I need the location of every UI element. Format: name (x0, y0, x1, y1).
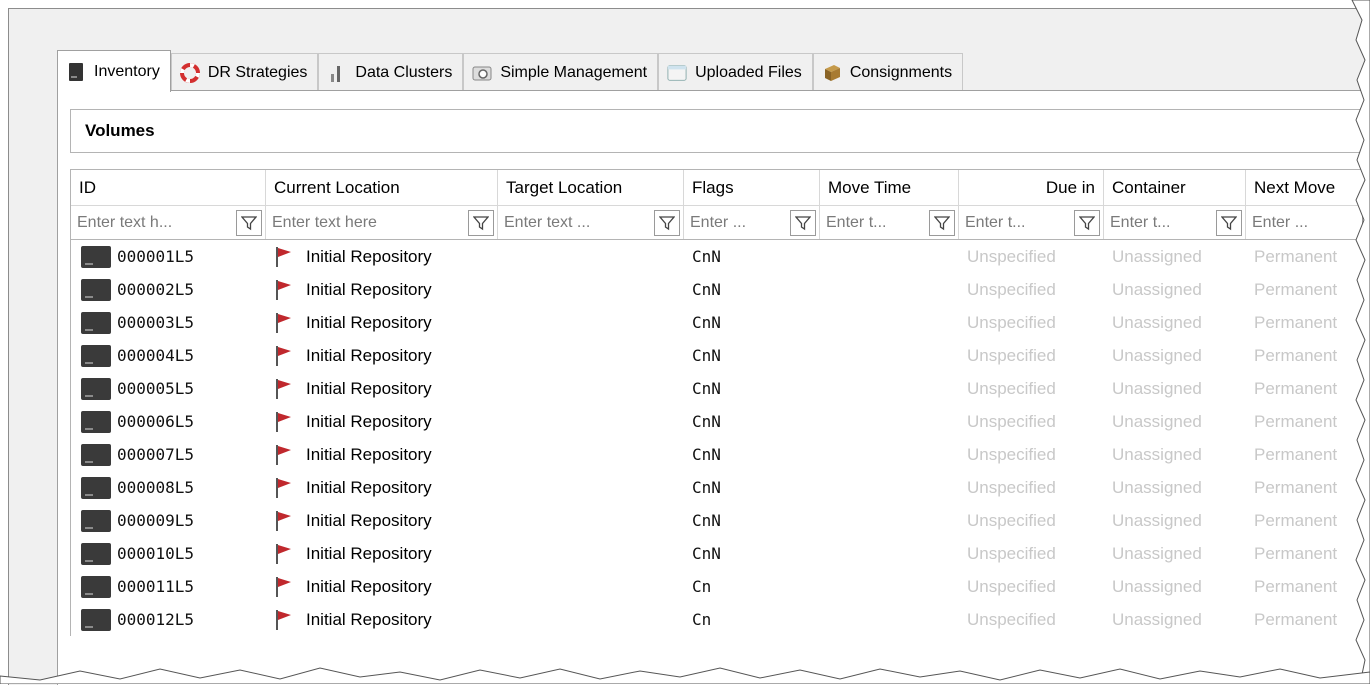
tab-inventory[interactable]: Inventory (57, 50, 171, 92)
tape-stack-icon (66, 62, 86, 82)
torn-edge-effect (0, 0, 1370, 684)
tab-label: Inventory (94, 62, 160, 80)
